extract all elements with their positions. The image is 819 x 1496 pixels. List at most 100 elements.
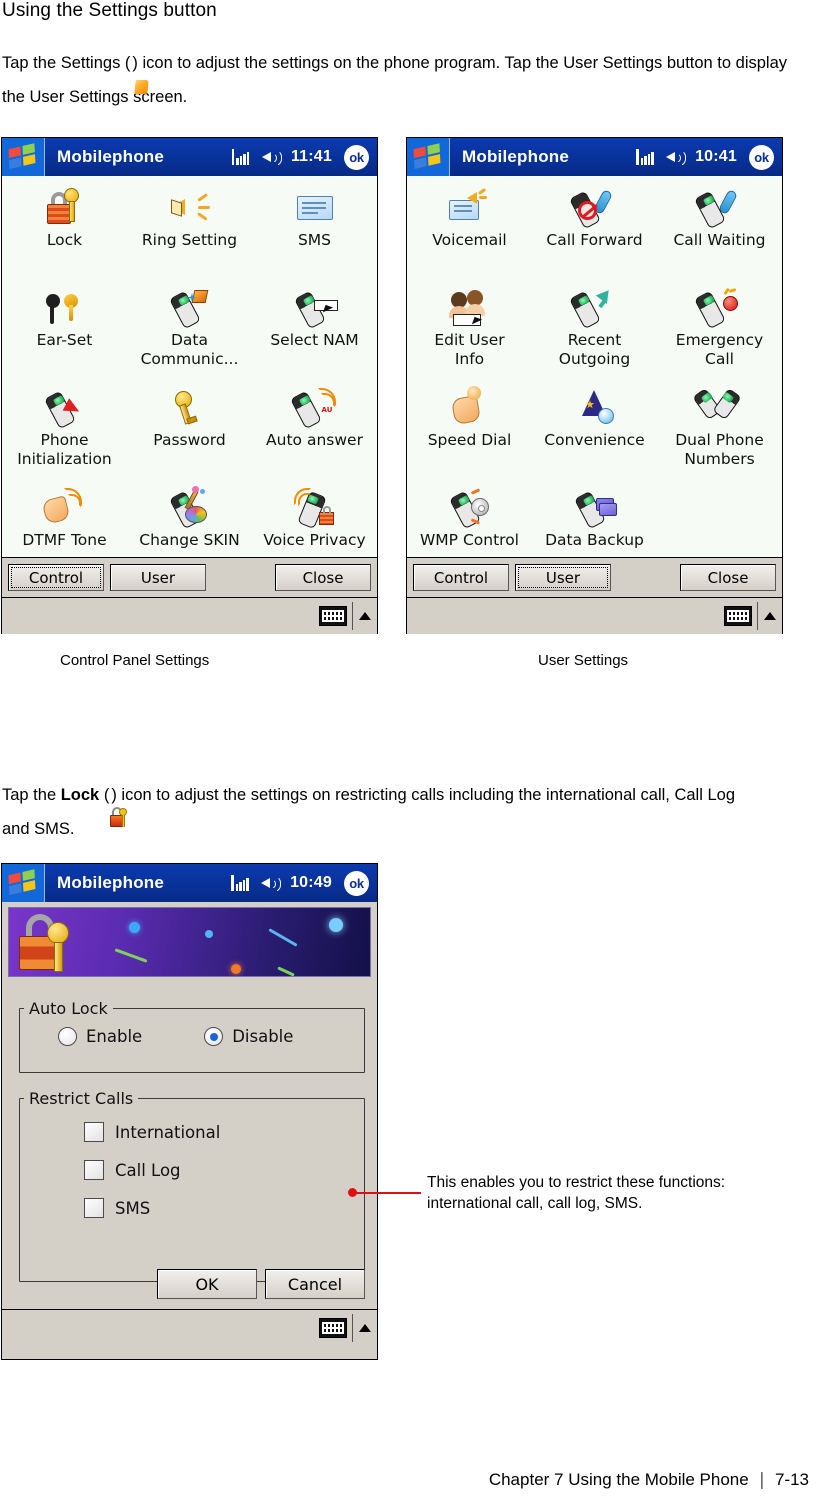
grid-item-label: Auto answer xyxy=(266,431,363,449)
icon-grid: Lock Ring Setting SMS Ear-Set Data Commu… xyxy=(2,176,377,584)
caption-control-panel-settings: Control Panel Settings xyxy=(60,652,210,669)
titlebar: Mobilephone 11:41 ok xyxy=(2,138,377,176)
checkbox-call-log[interactable]: Call Log xyxy=(84,1160,364,1180)
radio-enable-mark[interactable] xyxy=(58,1027,77,1046)
grid-item-dual-phone-numbers[interactable]: Dual Phone Numbers xyxy=(657,384,782,484)
caret-up-icon[interactable] xyxy=(359,1323,371,1332)
lock-bold-word: Lock xyxy=(60,786,100,804)
phone-auto-answer-icon: AU xyxy=(289,384,338,430)
voicemail-icon xyxy=(447,184,493,230)
ok-button[interactable]: OK xyxy=(157,1269,257,1299)
titlebar-clock: 11:41 xyxy=(290,148,332,165)
lock-text-prefix: Tap the xyxy=(2,786,61,804)
grid-item-lock[interactable]: Lock xyxy=(2,184,127,284)
grid-item-label: Call Waiting xyxy=(673,231,766,249)
caret-up-icon[interactable] xyxy=(359,612,371,620)
titlebar-app-title: Mobilephone xyxy=(57,873,165,892)
grid-item-password[interactable]: Password xyxy=(127,384,252,484)
envelope-icon xyxy=(292,184,338,230)
grid-item-select-nam[interactable]: Select NAM xyxy=(252,284,377,384)
grid-item-voicemail[interactable]: Voicemail xyxy=(407,184,532,284)
radio-disable[interactable]: Disable xyxy=(204,1027,293,1046)
titlebar: Mobilephone 10:49 ok xyxy=(2,864,377,902)
radio-disable-label: Disable xyxy=(232,1027,294,1046)
radio-disable-mark[interactable] xyxy=(204,1027,224,1046)
checkbox-sms[interactable]: SMS xyxy=(84,1198,364,1218)
windows-start-icon[interactable] xyxy=(2,864,45,902)
recent-outgoing-icon xyxy=(568,284,618,330)
grid-item-call-forward[interactable]: Call Forward xyxy=(532,184,657,284)
radio-enable[interactable]: Enable xyxy=(58,1027,142,1046)
speaker-volume-icon[interactable] xyxy=(261,149,282,166)
checkbox-international-mark[interactable] xyxy=(84,1122,104,1142)
grid-item-auto-answer[interactable]: AU Auto answer xyxy=(252,384,377,484)
soft-keyboard-icon[interactable] xyxy=(319,1317,347,1338)
checkbox-international[interactable]: International xyxy=(84,1122,364,1142)
cancel-button[interactable]: Cancel xyxy=(265,1269,365,1299)
grid-item-dtmf-tone[interactable]: DTMF Tone xyxy=(2,484,127,584)
grid-item-label: Speed Dial xyxy=(427,431,512,449)
grid-item-label: WMP Control xyxy=(419,531,519,549)
restrict-calls-checkbox-list: International Call Log SMS xyxy=(20,1108,364,1218)
grid-item-data-communication[interactable]: Data Communic... xyxy=(127,284,252,384)
restrict-calls-group: Restrict Calls International Call Log SM… xyxy=(19,1089,365,1282)
grid-item-voice-privacy[interactable]: Voice Privacy xyxy=(252,484,377,584)
lock-settings-body: Auto Lock Enable Disable Restrict Calls … xyxy=(2,977,377,1309)
grid-item-speed-dial[interactable]: Speed Dial xyxy=(407,384,532,484)
grid-item-edit-user-info[interactable]: Edit User Info xyxy=(407,284,532,384)
convenience-wizard-icon xyxy=(572,384,618,430)
speaker-ring-icon xyxy=(167,184,213,230)
auto-lock-radio-row: Enable Disable xyxy=(20,1018,364,1046)
grid-item-recent-outgoing[interactable]: Recent Outgoing xyxy=(532,284,657,384)
grid-item-data-backup[interactable]: Data Backup xyxy=(532,484,657,584)
taskbar-divider xyxy=(352,602,353,630)
icon-grid-canvas: Voicemail Call Forward Call Waiting Edit… xyxy=(407,176,782,558)
checkbox-sms-mark[interactable] xyxy=(84,1198,104,1218)
ok-button[interactable]: ok xyxy=(344,144,369,170)
grid-item-sms[interactable]: SMS xyxy=(252,184,377,284)
grid-item-label: Edit User Info xyxy=(434,331,505,368)
grid-item-label: Dual Phone Numbers xyxy=(675,431,764,468)
titlebar-status-area: 10:41 ok xyxy=(636,138,774,176)
windows-start-icon[interactable] xyxy=(407,138,450,176)
call-forward-icon xyxy=(568,184,618,230)
earset-icon xyxy=(42,284,88,330)
grid-item-convenience[interactable]: Convenience xyxy=(532,384,657,484)
grid-item-label: Ring Setting xyxy=(141,231,238,249)
grid-item-label: Data Communic... xyxy=(140,331,239,368)
phone-select-icon xyxy=(292,284,338,330)
icon-grid: Voicemail Call Forward Call Waiting Edit… xyxy=(407,176,782,584)
grid-item-wmp-control[interactable]: WMP Control xyxy=(407,484,532,584)
callout-text: This enables you to restrict these funct… xyxy=(427,1174,726,1212)
call-waiting-icon xyxy=(693,184,743,230)
caption-user-settings: User Settings xyxy=(538,652,629,669)
speaker-volume-icon[interactable] xyxy=(261,875,282,892)
grid-item-label: Select NAM xyxy=(270,331,359,349)
grid-item-phone-initialization[interactable]: Phone Initialization xyxy=(2,384,127,484)
speaker-volume-icon[interactable] xyxy=(666,149,687,166)
soft-keyboard-icon[interactable] xyxy=(319,606,347,626)
soft-keyboard-icon[interactable] xyxy=(724,606,752,626)
grid-item-ear-set[interactable]: Ear-Set xyxy=(2,284,127,384)
grid-item-label: Phone Initialization xyxy=(17,431,112,468)
grid-item-change-skin[interactable]: Change SKIN xyxy=(127,484,252,584)
grid-item-label: DTMF Tone xyxy=(22,531,107,549)
ok-button[interactable]: ok xyxy=(344,870,369,896)
grid-item-ring-setting[interactable]: Ring Setting xyxy=(127,184,252,284)
phone-init-icon xyxy=(42,384,88,430)
caret-up-icon[interactable] xyxy=(764,612,776,620)
lock-banner-image xyxy=(8,907,371,977)
windows-start-icon[interactable] xyxy=(2,138,45,176)
grid-item-label: Data Backup xyxy=(545,531,644,549)
footer-chapter-label: Chapter 7 Using the Mobile Phone xyxy=(488,1470,749,1489)
titlebar-clock: 10:49 xyxy=(290,874,332,891)
data-backup-icon xyxy=(572,484,618,530)
grid-item-call-waiting[interactable]: Call Waiting xyxy=(657,184,782,284)
grid-item-empty xyxy=(657,484,782,584)
checkbox-international-label: International xyxy=(115,1122,221,1142)
checkbox-call-log-mark[interactable] xyxy=(84,1160,104,1180)
ok-button[interactable]: ok xyxy=(749,144,774,170)
signal-bars-icon xyxy=(231,149,253,165)
grid-item-emergency-call[interactable]: Emergency Call xyxy=(657,284,782,384)
phone-skin-icon xyxy=(167,484,213,530)
